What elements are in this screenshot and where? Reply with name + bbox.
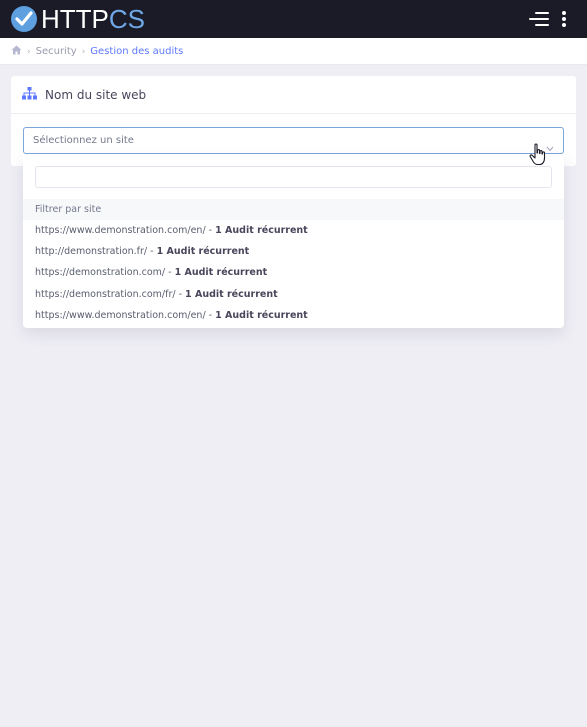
site-option[interactable]: https://www.demonstration.com/en/ - 1 Au…	[23, 220, 564, 241]
breadcrumb-security[interactable]: Security	[36, 46, 77, 57]
site-option[interactable]: https://www.demonstration.com/en/ - 1 Au…	[23, 305, 564, 326]
check-badge-icon	[11, 6, 37, 32]
brand-name: HTTPCS	[41, 5, 145, 33]
site-option-url: http://demonstration.fr/	[35, 246, 148, 257]
hamburger-menu-icon[interactable]	[527, 9, 549, 29]
card-header: Nom du site web	[11, 76, 576, 114]
breadcrumb: › Security › Gestion des audits	[11, 45, 183, 58]
site-option-separator: -	[205, 310, 216, 321]
site-option[interactable]: https://demonstration.com/ - 1 Audit réc…	[23, 262, 564, 283]
brand-suffix: CS	[108, 4, 146, 34]
site-option-url: https://www.demonstration.com/en/	[35, 310, 206, 321]
site-option-audit: 1 Audit récurrent	[174, 267, 268, 278]
breadcrumb-gestion-des-audits[interactable]: Gestion des audits	[90, 46, 183, 57]
site-option-audit: 1 Audit récurrent	[185, 289, 278, 300]
breadcrumb-separator: ›	[81, 46, 86, 57]
site-search-input[interactable]	[35, 166, 552, 188]
site-option-url: https://www.demonstration.com/en/	[35, 225, 206, 236]
top-bar: HTTPCS	[0, 0, 587, 38]
site-select-placeholder: Sélectionnez un site	[33, 135, 134, 146]
site-dropdown: Filtrer par site https://www.demonstrati…	[23, 154, 564, 328]
hand-pointer-icon	[529, 143, 549, 171]
site-option-url: https://demonstration.com/	[35, 267, 166, 278]
dropdown-group-label: Filtrer par site	[23, 199, 564, 220]
httpcs-logo[interactable]: HTTPCS	[11, 5, 145, 33]
sitemap-icon	[22, 85, 37, 104]
site-option-audit: 1 Audit récurrent	[156, 246, 250, 257]
site-option[interactable]: https://demonstration.com/fr/ - 1 Audit …	[23, 284, 564, 305]
site-option[interactable]: http://demonstration.fr/ - 1 Audit récur…	[23, 241, 564, 262]
site-option-audit: 1 Audit récurrent	[215, 310, 308, 321]
site-option-url: https://demonstration.com/fr/	[35, 289, 176, 300]
site-select[interactable]: Sélectionnez un site	[23, 127, 564, 154]
breadcrumb-separator: ›	[27, 46, 31, 57]
subheader: › Security › Gestion des audits	[0, 38, 587, 65]
home-icon[interactable]	[11, 45, 22, 58]
site-option-separator: -	[165, 267, 175, 278]
site-option-separator: -	[147, 246, 157, 257]
site-option-separator: -	[175, 289, 186, 300]
card-title: Nom du site web	[45, 87, 147, 102]
site-option-audit: 1 Audit récurrent	[215, 225, 308, 236]
brand-prefix: HTTP	[41, 4, 109, 34]
site-option-separator: -	[205, 225, 216, 236]
vertical-dots-icon[interactable]	[557, 9, 571, 29]
